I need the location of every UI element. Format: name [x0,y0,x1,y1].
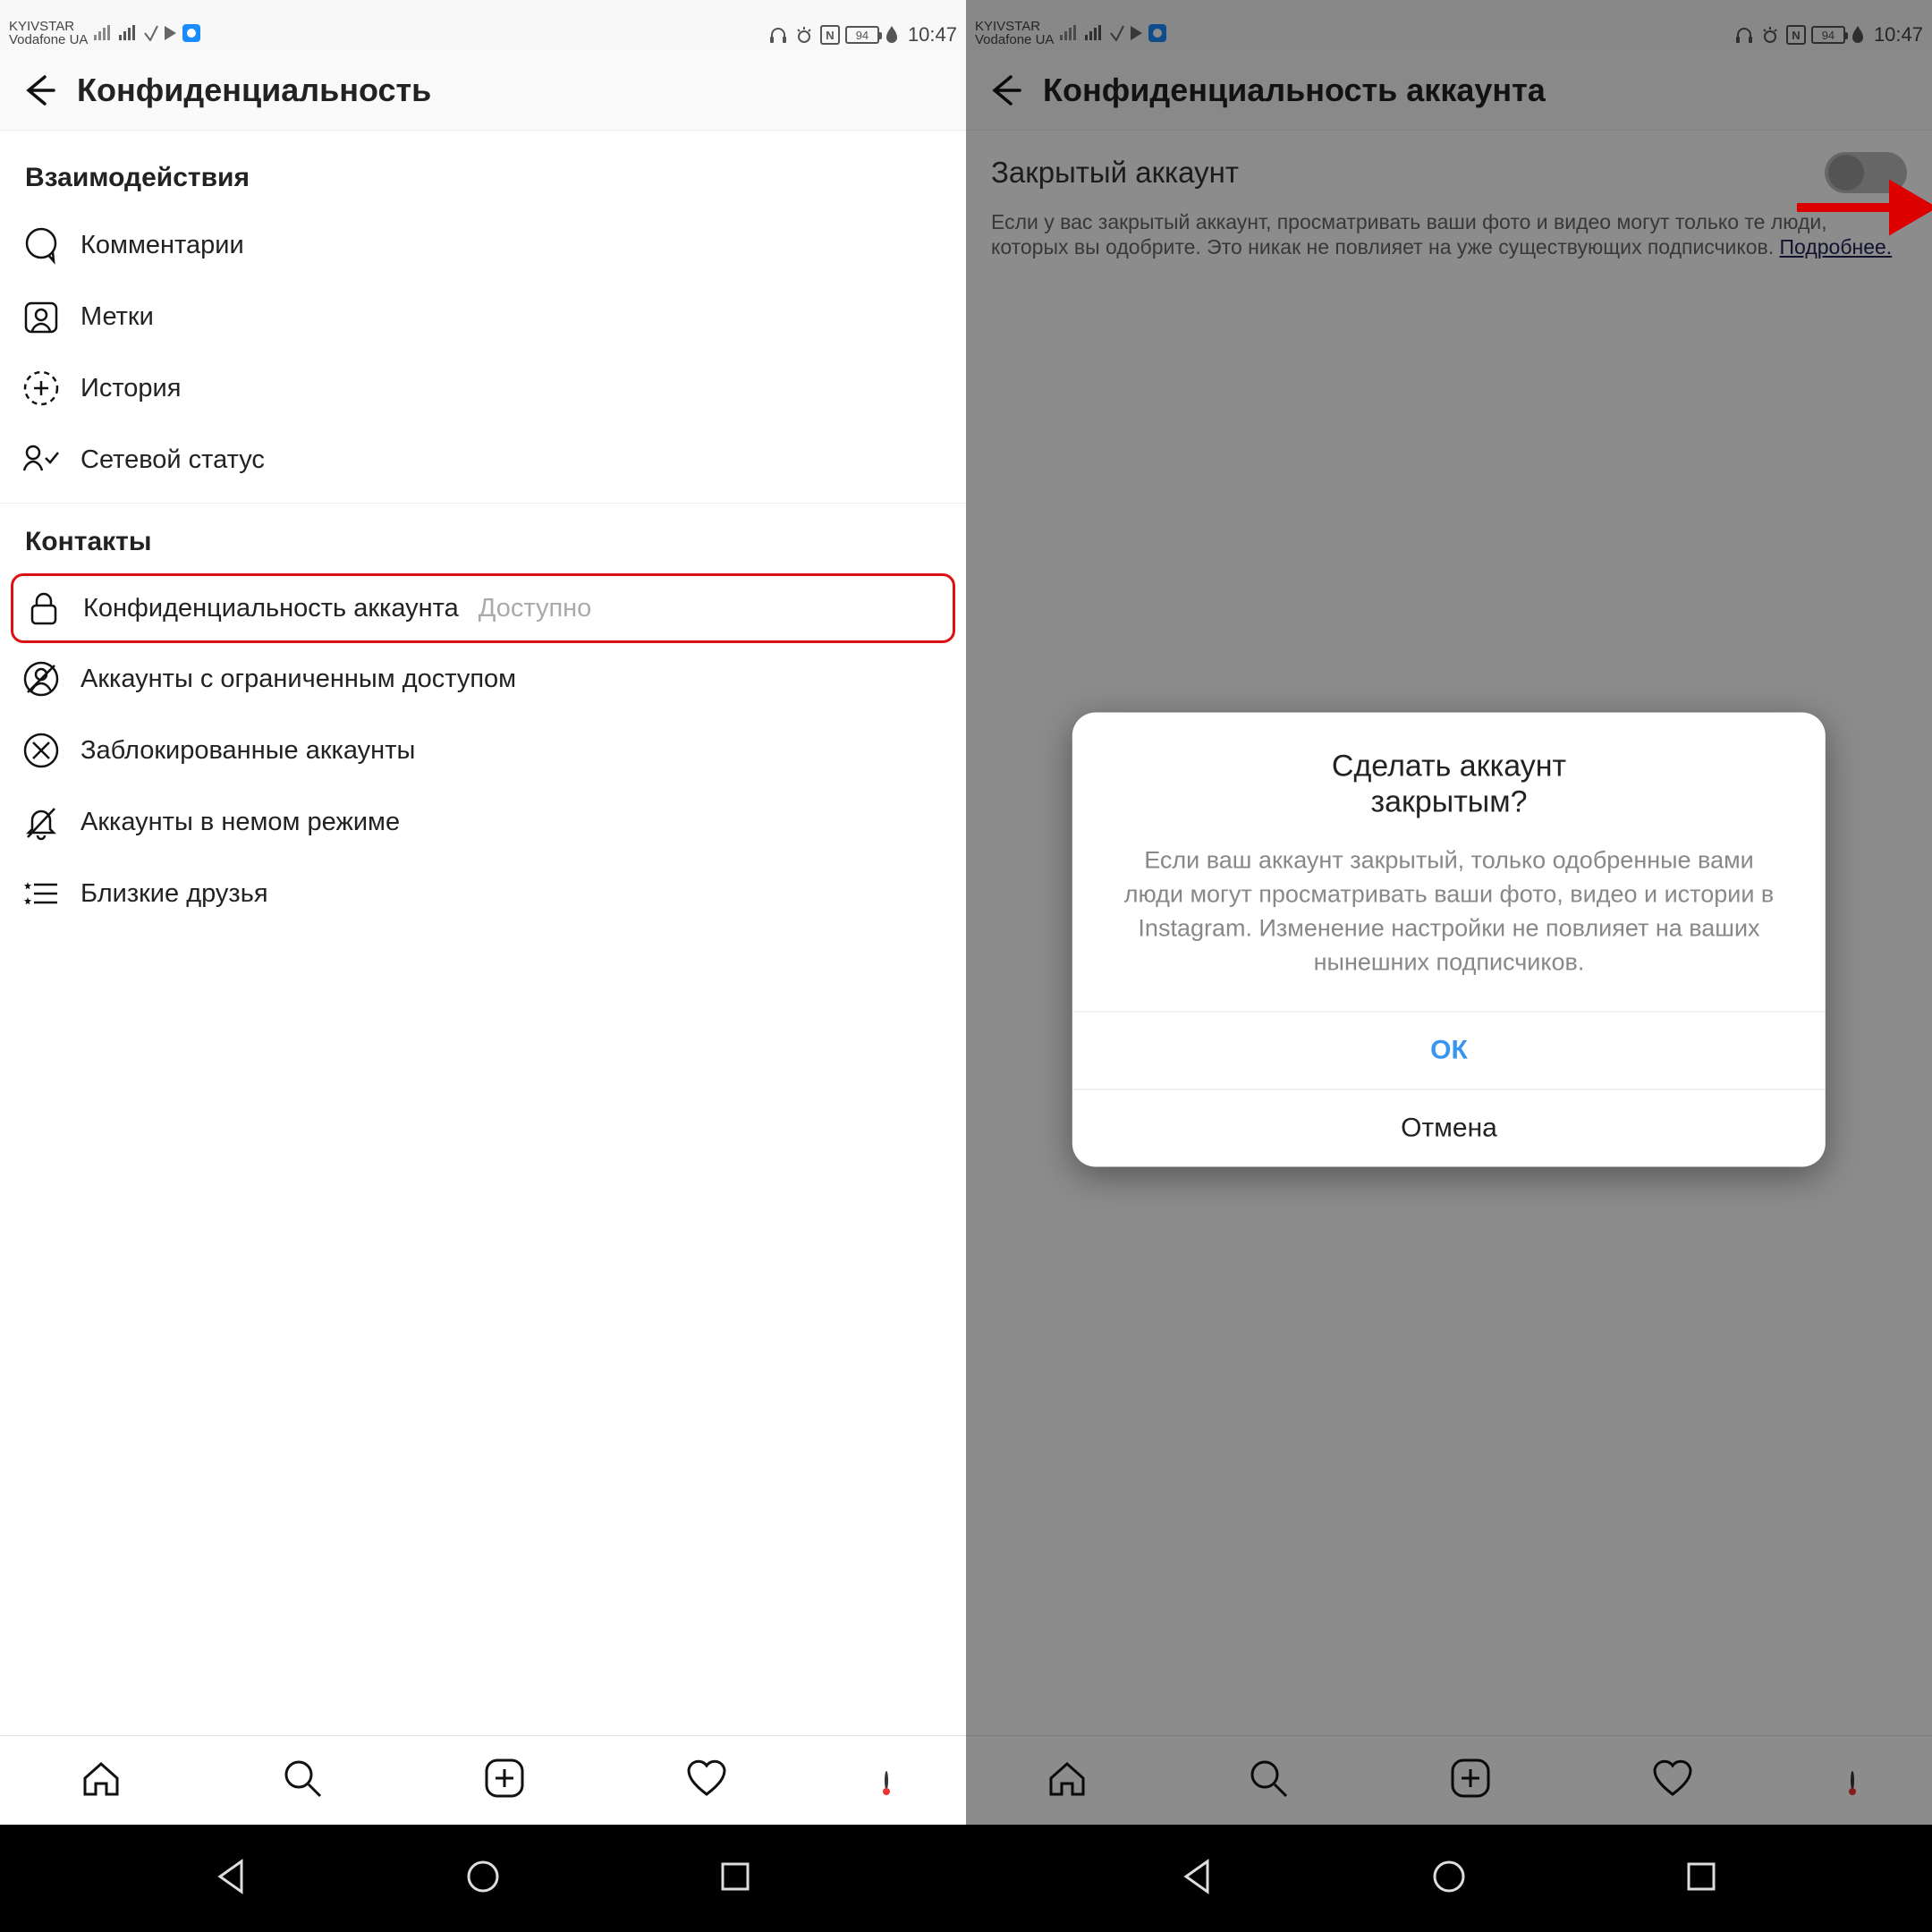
clock: 10:47 [908,23,957,47]
item-suffix: Доступно [479,594,592,623]
item-label: История [80,374,181,403]
item-close-friends[interactable]: Близкие друзья [0,858,966,929]
headphones-icon [768,25,788,45]
activity-icon [21,440,61,479]
signal-icon [118,25,138,41]
item-label: Аккаунты в немом режиме [80,808,400,837]
tab-bar [0,1735,966,1825]
dialog-ok-button[interactable]: ОК [1072,1011,1826,1089]
tab-activity[interactable] [683,1755,730,1806]
volte-icon [143,25,159,41]
android-home[interactable] [1428,1856,1470,1902]
battery-icon: 94 [845,26,879,44]
signal-icon [93,25,113,41]
app-badge-icon [182,24,200,42]
phone-left: KYIVSTAR Vodafone UA N 94 10:47 [0,0,966,1825]
dialog-cancel-button[interactable]: Отмена [1072,1089,1826,1166]
item-restricted[interactable]: Аккаунты с ограниченным доступом [0,643,966,715]
android-home[interactable] [462,1856,504,1902]
android-back[interactable] [1177,1856,1218,1902]
android-nav-bar [0,1825,1932,1932]
divider [0,503,966,504]
item-story[interactable]: История [0,352,966,424]
comment-icon [21,225,61,265]
item-tags[interactable]: Метки [0,281,966,352]
dialog-title: Сделать аккаунт закрытым? [1072,712,1826,828]
tab-search[interactable] [279,1755,326,1806]
eye-care-icon [793,25,815,45]
back-icon[interactable] [18,70,59,111]
section-contacts: Контакты [0,511,966,573]
carrier-1: KYIVSTAR [9,20,88,33]
settings-list: Взаимодействия Комментарии Метки История… [0,131,966,1735]
item-label: Близкие друзья [80,879,268,909]
item-label: Заблокированные аккаунты [80,736,415,766]
tab-home[interactable] [78,1755,124,1806]
avatar-icon [885,1771,888,1790]
confirm-dialog: Сделать аккаунт закрытым? Если ваш аккау… [1072,712,1826,1166]
item-label: Метки [80,302,154,332]
lock-icon [24,589,64,628]
section-interactions: Взаимодействия [0,147,966,209]
tag-person-icon [21,297,61,336]
carrier-2: Vodafone UA [9,33,88,47]
app-header: Конфиденциальность [0,50,966,131]
nfc-icon: N [820,25,840,45]
item-muted[interactable]: Аккаунты в немом режиме [0,786,966,858]
play-icon [165,26,177,40]
close-friends-icon [21,874,61,913]
annotation-arrow-icon [1792,172,1932,243]
item-label: Сетевой статус [80,445,265,475]
android-back[interactable] [211,1856,252,1902]
item-label: Комментарии [80,231,244,260]
page-title: Конфиденциальность [77,72,431,109]
blocked-icon [21,731,61,770]
tab-new-post[interactable] [481,1755,528,1806]
android-recents[interactable] [715,1856,756,1902]
status-bar: KYIVSTAR Vodafone UA N 94 10:47 [0,0,966,50]
item-comments[interactable]: Комментарии [0,209,966,281]
tab-profile[interactable] [885,1773,888,1789]
phone-right: KYIVSTAR Vodafone UA N 94 10:47 [966,0,1932,1825]
item-label: Аккаунты с ограниченным доступом [80,665,516,694]
item-activity-status[interactable]: Сетевой статус [0,424,966,496]
item-account-privacy[interactable]: Конфиденциальность аккаунта Доступно [24,589,942,628]
power-saving-icon [885,25,899,45]
highlighted-item: Конфиденциальность аккаунта Доступно [11,573,955,643]
item-blocked[interactable]: Заблокированные аккаунты [0,715,966,786]
bell-mute-icon [21,802,61,842]
story-add-icon [21,369,61,408]
item-label: Конфиденциальность аккаунта [83,594,459,623]
android-recents[interactable] [1681,1856,1722,1902]
dialog-body: Если ваш аккаунт закрытый, только одобре… [1072,828,1826,1011]
restricted-icon [21,659,61,699]
svg-text:N: N [826,29,834,42]
